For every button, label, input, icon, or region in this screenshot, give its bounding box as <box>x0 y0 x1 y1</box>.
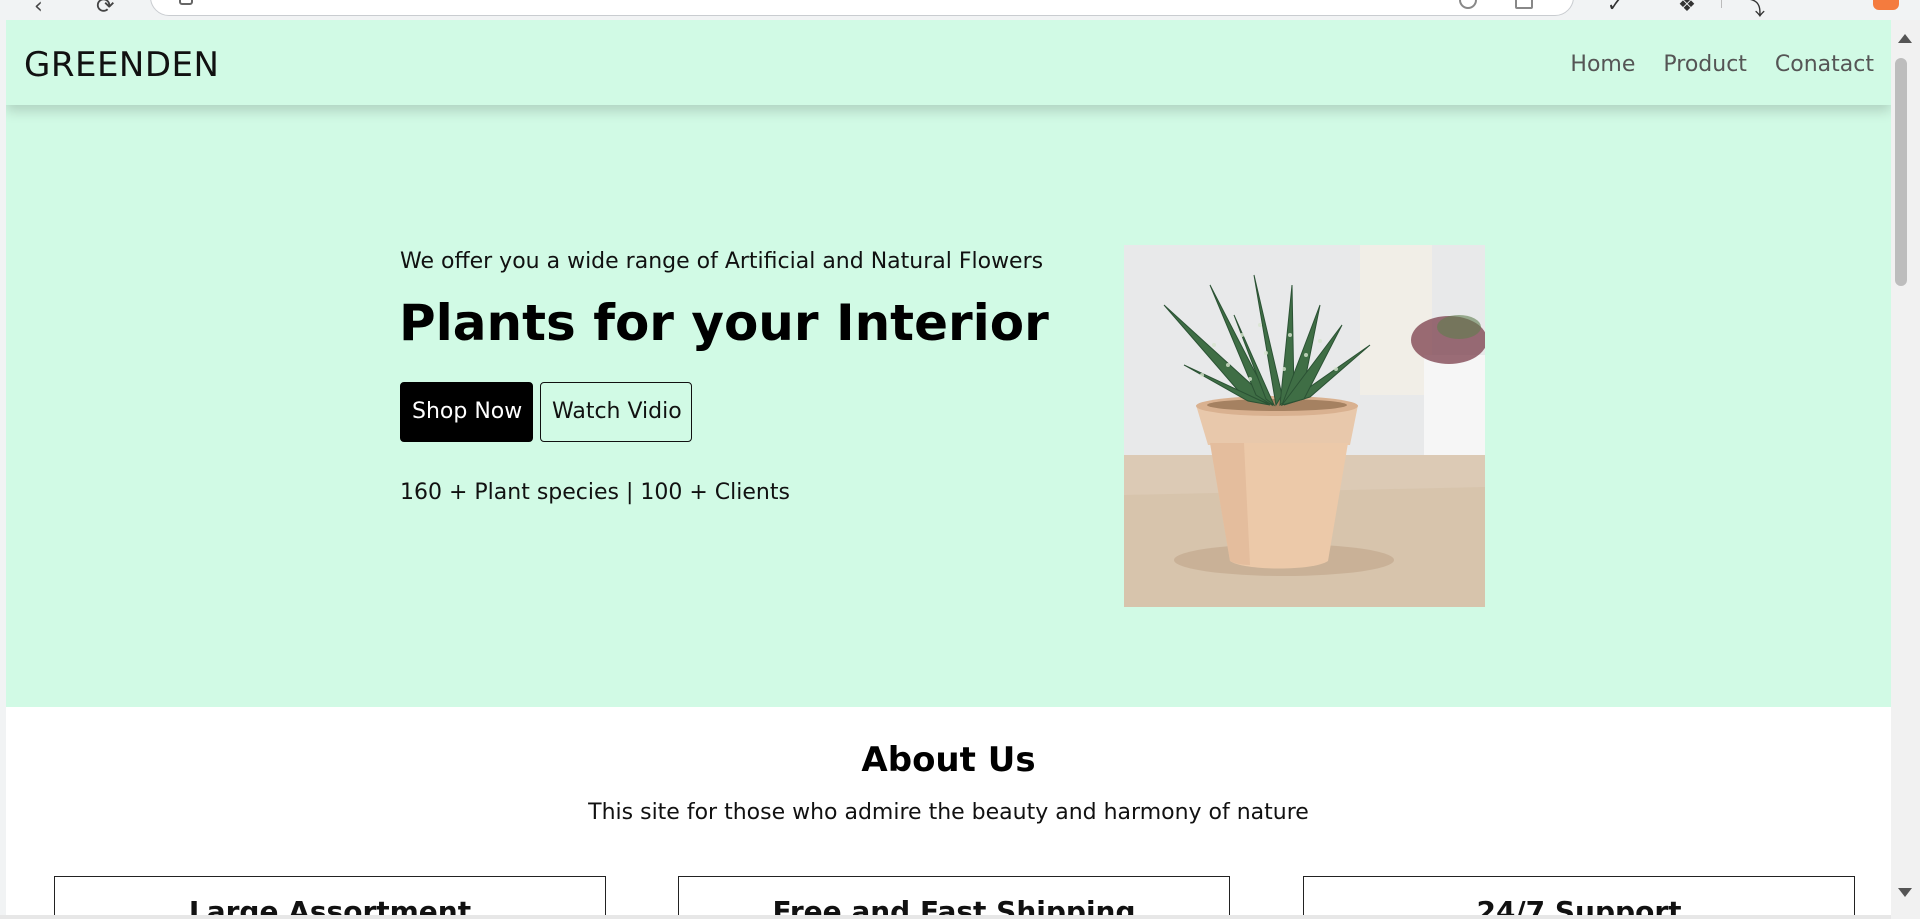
watch-video-button[interactable]: Watch Vidio <box>540 382 692 442</box>
tracking-icon[interactable] <box>1459 0 1477 9</box>
extensions-puzzle-icon[interactable]: ❖ <box>1678 0 1696 16</box>
reload-icon[interactable]: ⟳ <box>96 0 114 19</box>
feature-cards: Large Assortment Free and Fast Shipping … <box>54 876 1859 915</box>
feature-card-title: Free and Fast Shipping <box>772 895 1136 915</box>
downloads-icon[interactable]: ⤵ <box>1745 0 1765 21</box>
site-info-icon[interactable] <box>179 0 193 5</box>
hero-title: Plants for your Interior <box>399 294 1049 352</box>
feature-card: Large Assortment <box>54 876 606 915</box>
feature-card: Free and Fast Shipping <box>678 876 1230 915</box>
potted-aloe-plant-icon <box>1124 245 1485 607</box>
potted-plant-image <box>1124 245 1485 607</box>
nav-link-product[interactable]: Product <box>1663 50 1747 80</box>
feature-card-title: 24/7 Support <box>1476 895 1682 915</box>
back-icon[interactable]: ‹ <box>34 0 43 19</box>
about-title: About Us <box>861 740 1036 780</box>
page-viewport: GREENDEN Home Product Conatact We offer … <box>6 20 1891 915</box>
feature-card-title: Large Assortment <box>188 895 472 915</box>
navbar: GREENDEN Home Product Conatact <box>6 20 1891 105</box>
feature-card: 24/7 Support <box>1303 876 1855 915</box>
brand-logo[interactable]: GREENDEN <box>24 45 219 85</box>
vertical-scrollbar[interactable] <box>1891 20 1920 919</box>
nav-links: Home Product Conatact <box>1570 50 1874 80</box>
address-text <box>215 0 915 5</box>
profile-avatar-icon[interactable] <box>1873 0 1899 10</box>
hero-buttons: Shop Now Watch Vidio <box>400 382 692 442</box>
shop-now-button[interactable]: Shop Now <box>400 382 533 442</box>
scroll-down-arrow-icon[interactable] <box>1898 888 1912 897</box>
extension-icon[interactable]: ✓ <box>1607 0 1624 16</box>
toolbar-divider <box>1721 0 1722 8</box>
nav-link-contact[interactable]: Conatact <box>1775 50 1874 80</box>
hero-stats: 160 + Plant species | 100 + Clients <box>400 480 790 505</box>
hero-tagline: We offer you a wide range of Artificial … <box>400 249 1044 274</box>
scroll-up-arrow-icon[interactable] <box>1898 34 1912 43</box>
about-subtitle: This site for those who admire the beaut… <box>588 800 1309 825</box>
window-bottom-edge <box>0 915 1891 919</box>
browser-chrome: ‹ ⟳ ✓ ❖ ⤵ <box>0 0 1920 20</box>
bookmark-icon[interactable] <box>1515 0 1533 9</box>
hero-section: We offer you a wide range of Artificial … <box>6 105 1891 707</box>
scroll-thumb[interactable] <box>1895 58 1907 286</box>
nav-link-home[interactable]: Home <box>1570 50 1635 80</box>
address-bar[interactable] <box>150 0 1574 16</box>
